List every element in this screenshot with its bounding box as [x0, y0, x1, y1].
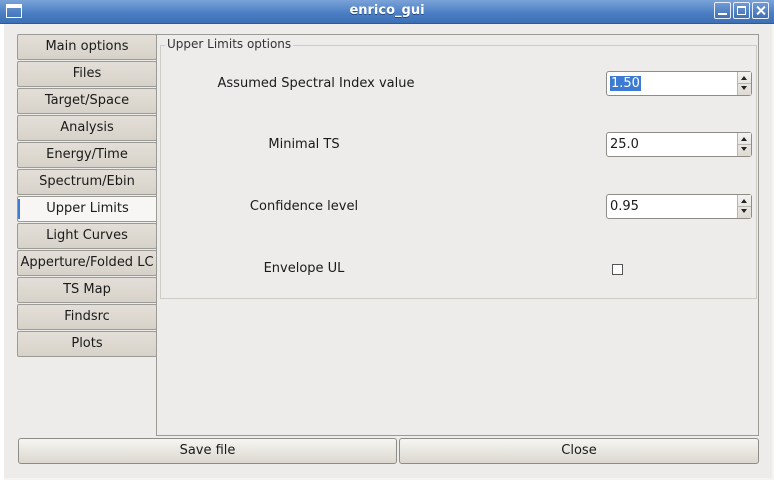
window-client-area: Main options Files Target/Space Analysis… — [4, 24, 772, 478]
minimal-ts-spinbox[interactable]: 25.0 — [606, 132, 752, 157]
tab-findsrc[interactable]: Findsrc — [17, 304, 157, 330]
upper-limits-options-group: Upper Limits options Assumed Spectral In… — [160, 37, 757, 299]
confidence-level-spin-arrows[interactable] — [737, 195, 751, 218]
tab-files[interactable]: Files — [17, 61, 157, 87]
spin-down-icon[interactable] — [741, 209, 747, 213]
group-title: Upper Limits options — [165, 37, 294, 51]
spin-up-icon[interactable] — [741, 199, 747, 203]
tab-light-curves[interactable]: Light Curves — [17, 223, 157, 249]
spin-up-icon[interactable] — [741, 76, 747, 80]
confidence-level-value[interactable]: 0.95 — [610, 199, 639, 214]
tab-spectrum-ebin[interactable]: Spectrum/Ebin — [17, 169, 157, 195]
spectral-index-label: Assumed Spectral Index value — [217, 76, 415, 91]
maximize-button[interactable] — [733, 2, 750, 19]
spectral-index-spin-arrows[interactable] — [737, 72, 751, 95]
tab-apperture-folded-lc[interactable]: Apperture/Folded LC — [17, 250, 157, 276]
close-button[interactable]: Close — [399, 438, 759, 464]
app-window: enrico_gui Main options Files Target/Spa… — [0, 0, 774, 480]
spectral-index-value[interactable]: 1.50 — [610, 76, 641, 91]
tab-panel: Upper Limits options Assumed Spectral In… — [156, 34, 759, 436]
tab-upper-limits[interactable]: Upper Limits — [17, 196, 158, 222]
title-bar[interactable]: enrico_gui — [0, 0, 774, 24]
close-window-button[interactable] — [752, 2, 769, 19]
window-title: enrico_gui — [349, 3, 425, 18]
spin-up-icon[interactable] — [741, 137, 747, 141]
spin-down-icon[interactable] — [741, 86, 747, 90]
confidence-level-label: Confidence level — [249, 199, 359, 214]
minimal-ts-label: Minimal TS — [268, 137, 340, 152]
tab-main-options[interactable]: Main options — [17, 34, 157, 60]
save-file-button[interactable]: Save file — [18, 438, 397, 464]
envelope-ul-checkbox[interactable] — [612, 264, 623, 275]
spin-down-icon[interactable] — [741, 147, 747, 151]
tab-list: Main options Files Target/Space Analysis… — [17, 34, 158, 358]
spectral-index-spinbox[interactable]: 1.50 — [606, 71, 752, 96]
tab-energy-time[interactable]: Energy/Time — [17, 142, 157, 168]
tab-plots[interactable]: Plots — [17, 331, 157, 357]
tab-analysis[interactable]: Analysis — [17, 115, 157, 141]
minimal-ts-spin-arrows[interactable] — [737, 133, 751, 156]
envelope-ul-label: Envelope UL — [263, 261, 345, 276]
confidence-level-spinbox[interactable]: 0.95 — [606, 194, 752, 219]
tab-ts-map[interactable]: TS Map — [17, 277, 157, 303]
minimal-ts-value[interactable]: 25.0 — [610, 137, 639, 152]
tab-target-space[interactable]: Target/Space — [17, 88, 157, 114]
minimize-button[interactable] — [714, 2, 731, 19]
